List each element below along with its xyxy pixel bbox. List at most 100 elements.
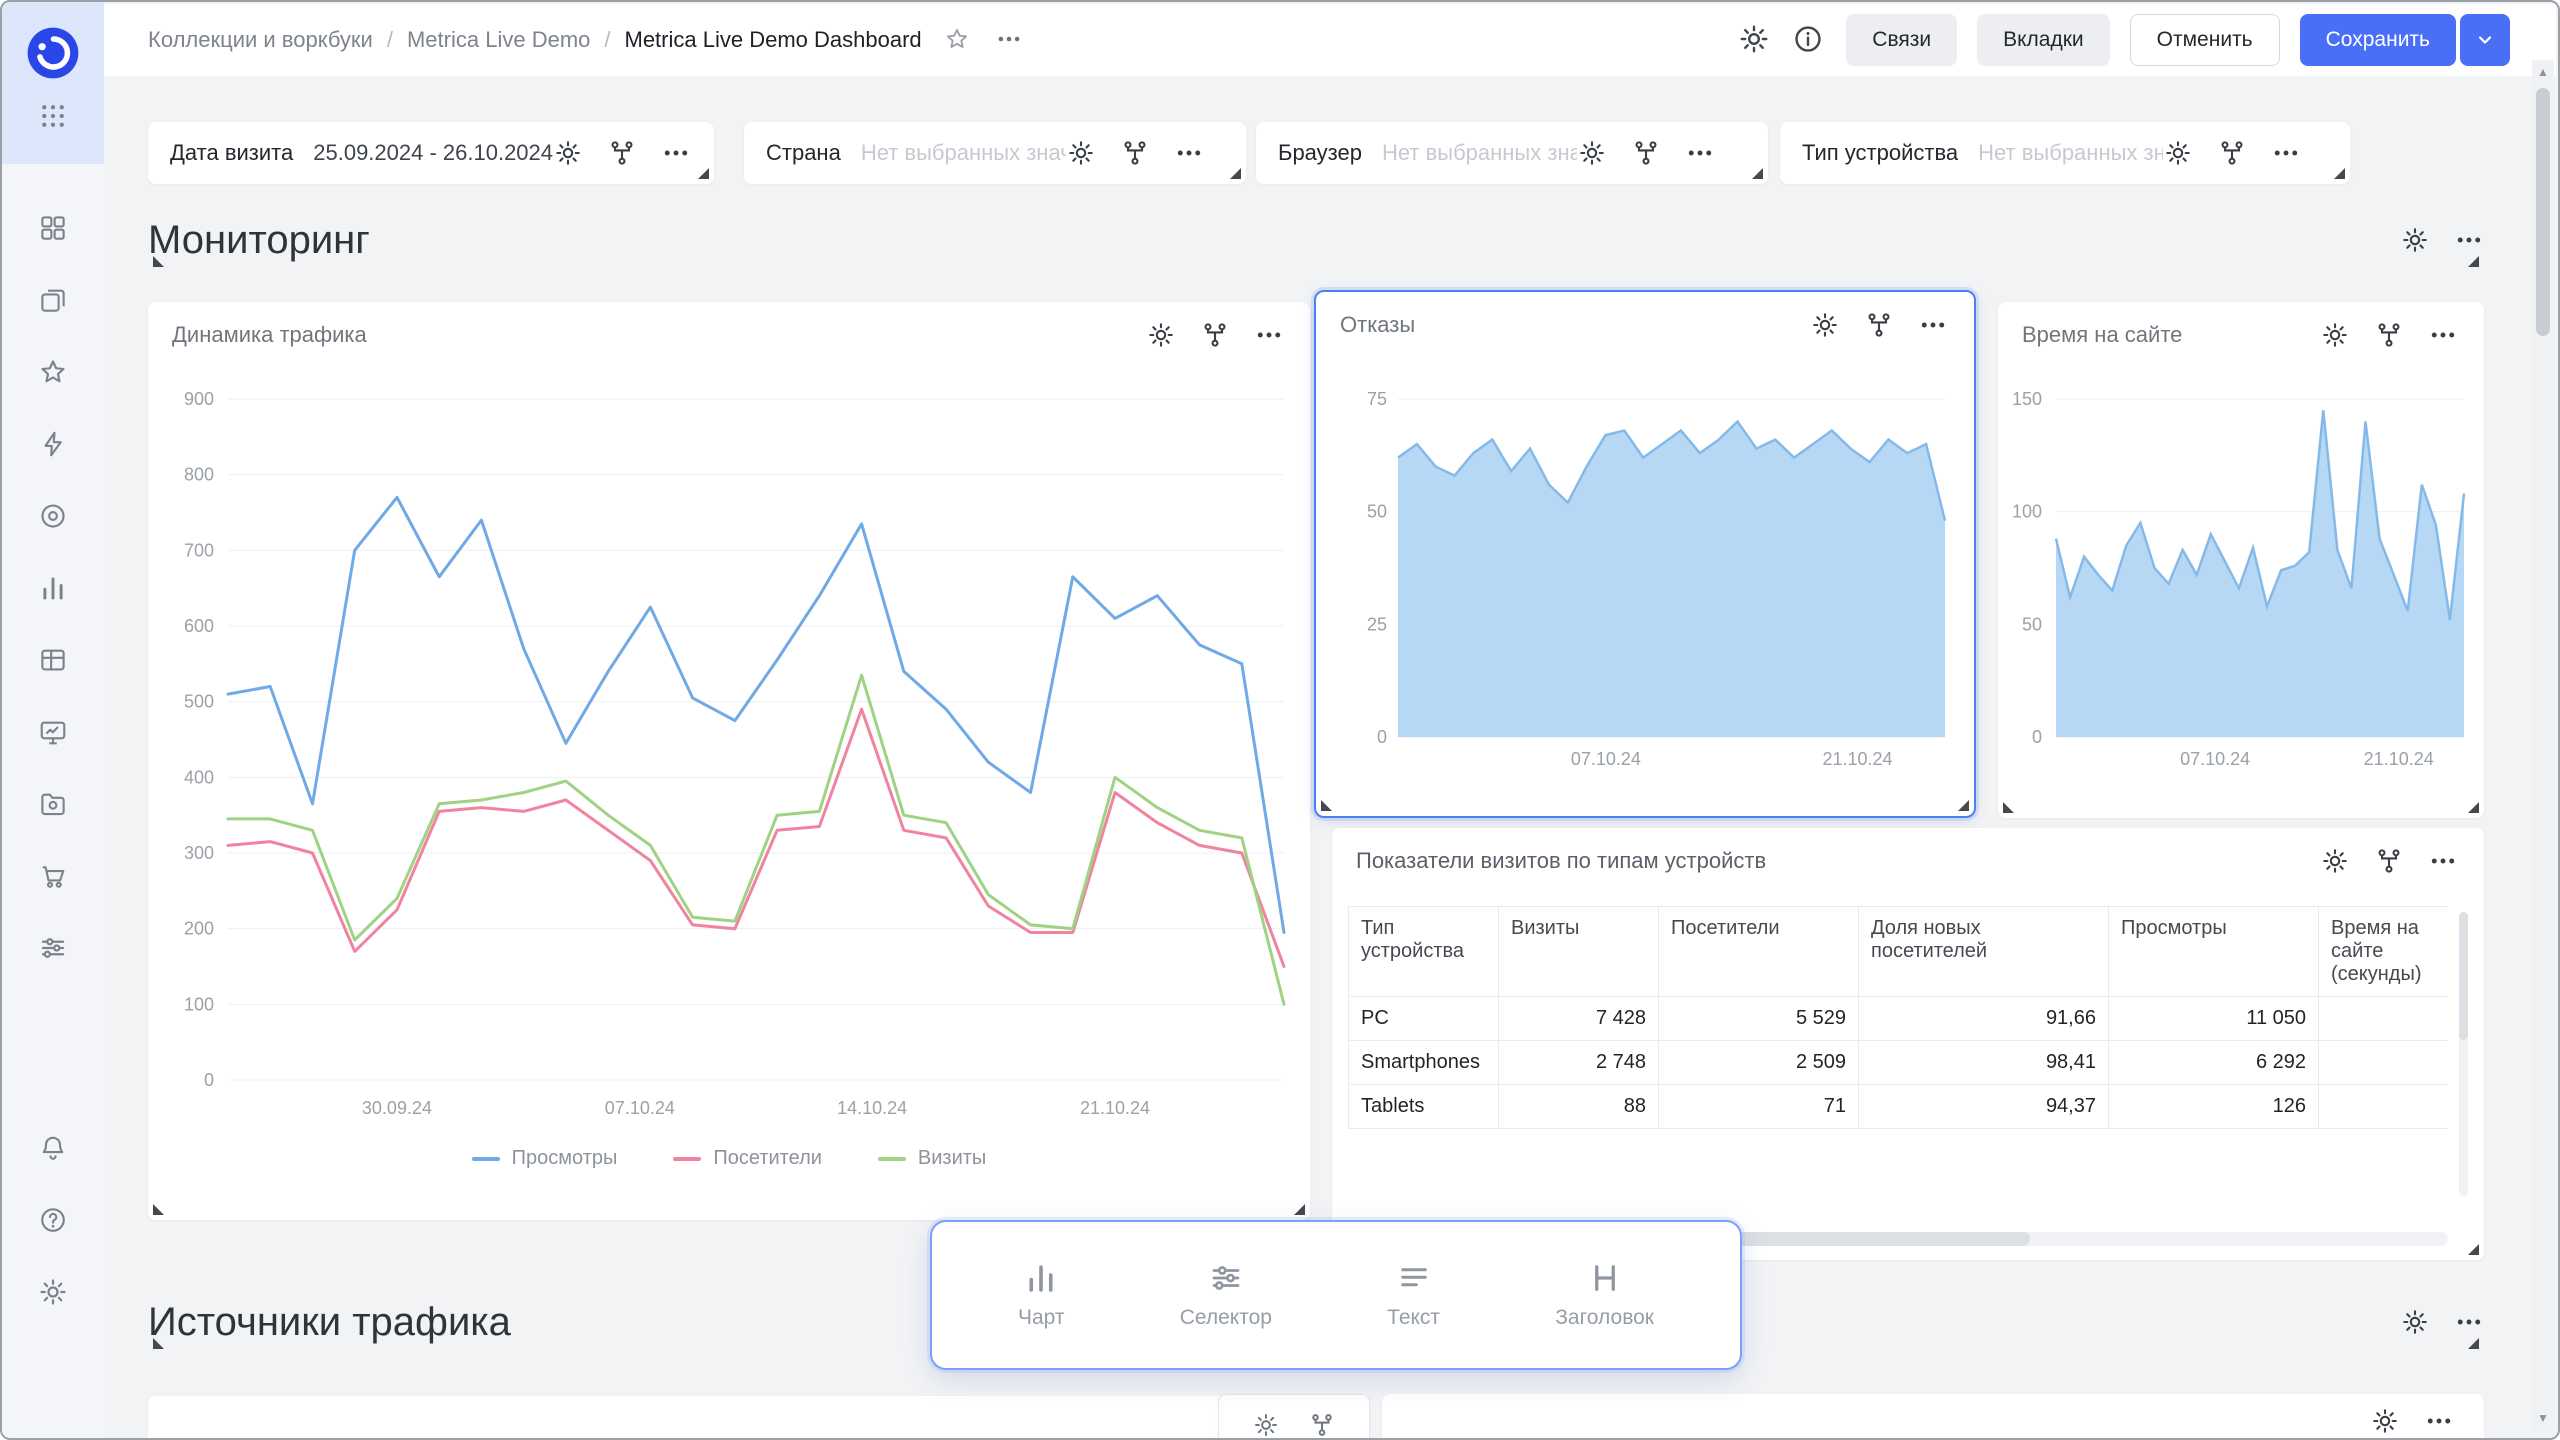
tabs-button[interactable]: Вкладки xyxy=(1977,14,2110,66)
widget-links-icon[interactable] xyxy=(1864,310,1894,340)
filter-gear-icon[interactable] xyxy=(1577,138,1607,168)
legend-item[interactable]: Визиты xyxy=(878,1147,986,1170)
sidebar-item-storage[interactable] xyxy=(37,788,69,820)
heading-menu-icon[interactable] xyxy=(2454,225,2484,255)
widget-links-icon[interactable] xyxy=(1307,1410,1337,1440)
filter-browser[interactable]: Браузер Нет выбранных значений xyxy=(1256,122,1768,184)
cancel-button[interactable]: Отменить xyxy=(2130,14,2280,66)
scrollbar-thumb[interactable] xyxy=(2459,912,2468,1040)
resize-handle[interactable] xyxy=(2334,168,2345,179)
legend-item[interactable]: Посетители xyxy=(673,1147,822,1170)
widget-menu-icon[interactable] xyxy=(2428,320,2458,350)
tool-add-chart[interactable]: Чарт xyxy=(1018,1260,1065,1330)
favorite-star-icon[interactable] xyxy=(944,26,972,54)
filter-links-icon[interactable] xyxy=(607,138,637,168)
filter-menu-icon[interactable] xyxy=(661,138,691,168)
widget-sources-right-partial[interactable] xyxy=(1382,1394,2484,1440)
table-vertical-scrollbar[interactable] xyxy=(2459,912,2468,1196)
filter-links-icon[interactable] xyxy=(1120,138,1150,168)
resize-handle[interactable] xyxy=(1230,168,1241,179)
widget-menu-icon[interactable] xyxy=(2428,846,2458,876)
widget-device-table[interactable]: Показатели визитов по типам устройств Ти… xyxy=(1332,828,2484,1260)
dashboard-settings-gear-icon[interactable] xyxy=(1738,23,1772,57)
scroll-up-arrow[interactable]: ▲ xyxy=(2532,60,2554,84)
sidebar-item-favorites[interactable] xyxy=(37,356,69,388)
filter-gear-icon[interactable] xyxy=(2163,138,2193,168)
sidebar-item-services[interactable] xyxy=(37,500,69,532)
widget-menu-icon[interactable] xyxy=(1254,320,1284,350)
breadcrumb-workbook[interactable]: Metrica Live Demo xyxy=(407,27,590,53)
heading-monitoring[interactable]: Мониторинг xyxy=(148,208,2484,272)
resize-handle[interactable] xyxy=(153,1204,164,1215)
resize-handle[interactable] xyxy=(2468,256,2479,267)
heading-gear-icon[interactable] xyxy=(2400,1307,2430,1337)
widget-links-icon[interactable] xyxy=(2374,320,2404,350)
scroll-down-arrow[interactable]: ▼ xyxy=(2532,1406,2554,1430)
settings-gear-icon-sidebar[interactable] xyxy=(37,1276,69,1308)
filter-country[interactable]: Страна Нет выбранных значений xyxy=(744,122,1246,184)
widget-mini-partial[interactable] xyxy=(1218,1394,1370,1440)
resize-handle[interactable] xyxy=(1321,800,1332,811)
filter-date-value[interactable]: 25.09.2024 - 26.10.2024 xyxy=(313,140,553,166)
heading-menu-icon[interactable] xyxy=(2454,1307,2484,1337)
title-more-icon[interactable] xyxy=(996,26,1024,54)
widget-time-on-site[interactable]: Время на сайте 05010015007.10.2421.10.24 xyxy=(1998,302,2484,818)
save-button[interactable]: Сохранить xyxy=(2300,14,2456,66)
widget-links-icon[interactable] xyxy=(1200,320,1230,350)
help-icon[interactable] xyxy=(37,1204,69,1236)
legend-item[interactable]: Просмотры xyxy=(472,1147,618,1170)
filter-menu-icon[interactable] xyxy=(1174,138,1204,168)
resize-handle[interactable] xyxy=(153,256,164,267)
widget-gear-icon[interactable] xyxy=(2320,846,2350,876)
page-scrollbar[interactable]: ▲ ▼ xyxy=(2532,60,2554,1430)
sidebar-item-charts[interactable] xyxy=(37,572,69,604)
sidebar-item-connections[interactable] xyxy=(37,428,69,460)
page-scrollbar-thumb[interactable] xyxy=(2536,88,2550,336)
widget-links-icon[interactable] xyxy=(2374,846,2404,876)
widget-menu-icon[interactable] xyxy=(2424,1406,2454,1436)
sidebar-item-dashboards[interactable] xyxy=(37,212,69,244)
sidebar-item-monitoring[interactable] xyxy=(37,716,69,748)
resize-handle[interactable] xyxy=(1752,168,1763,179)
tool-add-text[interactable]: Текст xyxy=(1387,1260,1440,1330)
widget-traffic-dynamics[interactable]: Динамика трафика 01002003004005006007008… xyxy=(148,302,1310,1220)
tool-add-heading[interactable]: Заголовок xyxy=(1555,1260,1654,1330)
resize-handle[interactable] xyxy=(153,1338,164,1349)
filter-placeholder[interactable]: Нет выбранных значений xyxy=(1978,140,2163,166)
filter-placeholder[interactable]: Нет выбранных значений xyxy=(861,140,1066,166)
datalens-logo[interactable] xyxy=(24,24,82,82)
filter-menu-icon[interactable] xyxy=(1685,138,1715,168)
filter-placeholder[interactable]: Нет выбранных значений xyxy=(1382,140,1577,166)
filter-links-icon[interactable] xyxy=(1631,138,1661,168)
save-dropdown-button[interactable] xyxy=(2460,14,2510,66)
sidebar-item-params[interactable] xyxy=(37,932,69,964)
resize-handle[interactable] xyxy=(1958,800,1969,811)
widget-gear-icon[interactable] xyxy=(1146,320,1176,350)
filter-device-type[interactable]: Тип устройства Нет выбранных значений xyxy=(1780,122,2350,184)
notifications-bell-icon[interactable] xyxy=(37,1132,69,1164)
filter-links-icon[interactable] xyxy=(2217,138,2247,168)
widget-sources-left-partial[interactable] xyxy=(148,1396,1310,1440)
filter-date-visit[interactable]: Дата визита 25.09.2024 - 26.10.2024 xyxy=(148,122,714,184)
widget-gear-icon[interactable] xyxy=(1810,310,1840,340)
resize-handle[interactable] xyxy=(1294,1204,1305,1215)
widget-gear-icon[interactable] xyxy=(1251,1410,1281,1440)
widget-gear-icon[interactable] xyxy=(2320,320,2350,350)
sidebar-item-marketplace[interactable] xyxy=(37,860,69,892)
sidebar-item-datasets[interactable] xyxy=(37,644,69,676)
filter-gear-icon[interactable] xyxy=(553,138,583,168)
resize-handle[interactable] xyxy=(2468,1338,2479,1349)
filter-gear-icon[interactable] xyxy=(1066,138,1096,168)
widget-gear-icon[interactable] xyxy=(2370,1406,2400,1436)
tool-add-selector[interactable]: Селектор xyxy=(1180,1260,1272,1330)
info-icon[interactable] xyxy=(1792,23,1826,57)
apps-grid-icon[interactable] xyxy=(37,100,69,132)
resize-handle[interactable] xyxy=(2468,1244,2479,1255)
widget-menu-icon[interactable] xyxy=(1918,310,1948,340)
sidebar-item-collections[interactable] xyxy=(37,284,69,316)
resize-handle[interactable] xyxy=(698,168,709,179)
heading-gear-icon[interactable] xyxy=(2400,225,2430,255)
relations-button[interactable]: Связи xyxy=(1846,14,1957,66)
breadcrumb-collections[interactable]: Коллекции и воркбуки xyxy=(148,27,373,53)
filter-menu-icon[interactable] xyxy=(2271,138,2301,168)
